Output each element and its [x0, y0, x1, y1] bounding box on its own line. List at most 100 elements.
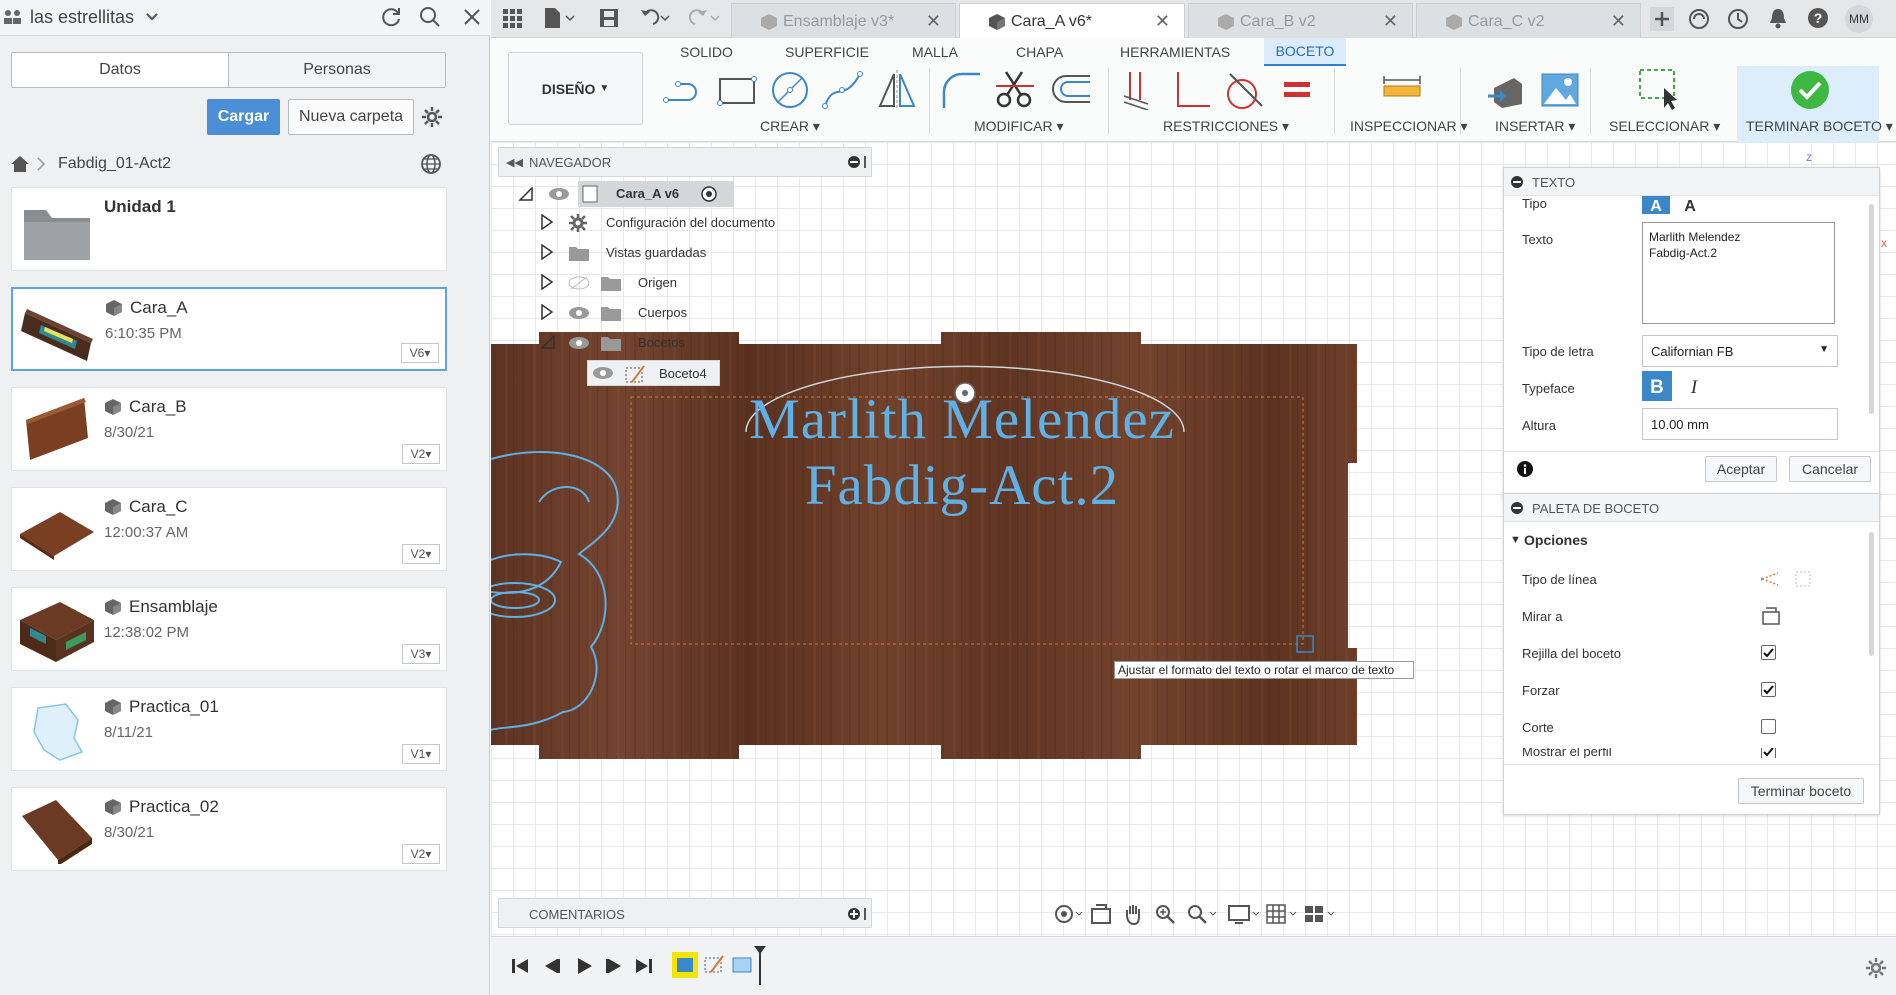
fillet-tool-icon[interactable] [940, 70, 982, 110]
insert-derive-icon[interactable] [1486, 70, 1526, 110]
version-dropdown[interactable]: V2 ▾ [402, 544, 440, 564]
tangent-constraint-icon[interactable] [1222, 70, 1264, 110]
group-restricciones[interactable]: RESTRICCIONES ▾ [1163, 118, 1289, 135]
skip-to-end-icon[interactable] [635, 957, 653, 975]
version-dropdown[interactable]: V2 ▾ [402, 444, 440, 464]
step-back-icon[interactable] [543, 957, 561, 975]
tree-item-cuerpos[interactable]: Cuerpos [540, 300, 800, 326]
mirror-tool-icon[interactable] [876, 70, 918, 110]
snap-checkbox[interactable] [1761, 682, 1776, 697]
tab-superficie[interactable]: SUPERFICIE [785, 44, 869, 60]
text-content-textarea[interactable]: Marlith Melendez Fabdig-Act.2 [1642, 222, 1835, 324]
construction-line-icon[interactable] [1761, 570, 1779, 588]
home-icon[interactable] [10, 155, 30, 173]
timeline-feature-body[interactable] [672, 952, 698, 978]
look-at-icon[interactable] [1090, 903, 1112, 925]
finish-sketch-palette-button[interactable]: Terminar boceto [1738, 778, 1864, 804]
group-crear[interactable]: CREAR ▾ [760, 118, 820, 135]
tree-item-boceto4[interactable]: Boceto4 [587, 360, 720, 386]
info-icon[interactable] [1517, 461, 1533, 477]
timeline-feature-image[interactable] [731, 954, 753, 976]
extensions-icon[interactable] [1688, 8, 1710, 30]
tree-root-cara-a[interactable]: Cara_A v6 [518, 181, 778, 207]
tab-cara-b[interactable]: Cara_B v2 ✕ [1188, 3, 1413, 38]
tree-item-origen[interactable]: Origen [540, 270, 800, 296]
tab-datos[interactable]: Datos [12, 53, 228, 87]
measure-tool-icon[interactable] [1382, 74, 1422, 104]
comments-panel[interactable]: COMENTARIOS [498, 898, 872, 928]
collapse-panel-icon[interactable] [1511, 502, 1523, 514]
file-icon[interactable] [543, 7, 575, 29]
coincident-constraint-icon[interactable] [1120, 70, 1154, 110]
version-dropdown[interactable]: V2 ▾ [402, 844, 440, 864]
finish-sketch-button[interactable]: TERMINAR BOCETO ▾ [1737, 66, 1893, 142]
sketch-grid-checkbox[interactable] [1761, 645, 1776, 660]
expand-triangle-icon[interactable] [540, 304, 554, 320]
eye-icon[interactable] [568, 335, 590, 351]
scrollbar[interactable] [1869, 204, 1874, 414]
list-item-cara-b[interactable]: Cara_B 8/30/21 V2 ▾ [11, 387, 447, 471]
font-select[interactable]: Californian FB ▼ [1642, 335, 1838, 367]
view-cube-axis-icon[interactable]: z [1806, 150, 1812, 164]
search-icon[interactable] [418, 5, 444, 31]
expand-triangle-icon[interactable] [540, 214, 554, 230]
options-collapse-icon[interactable]: ▼ [1510, 534, 1521, 546]
job-status-icon[interactable] [1727, 8, 1749, 30]
collapse-triangle-icon[interactable] [540, 335, 556, 349]
collapse-panel-icon[interactable] [1511, 176, 1523, 188]
collapse-navigator-icon[interactable]: ◀◀ [506, 156, 523, 169]
close-tab-icon[interactable]: ✕ [1611, 11, 1626, 32]
close-tab-icon[interactable]: ✕ [1155, 11, 1170, 32]
spline-tool-icon[interactable] [822, 70, 864, 110]
grid-settings-icon[interactable] [1266, 903, 1300, 925]
insert-image-icon[interactable] [1540, 70, 1580, 110]
close-tab-icon[interactable]: ✕ [926, 11, 941, 32]
sketch-text-line2[interactable]: Fabdig-Act.2 [487, 453, 1437, 518]
italic-toggle-icon[interactable]: I [1682, 371, 1706, 401]
list-item-ensamblaje[interactable]: Ensamblaje 12:38:02 PM V3 ▾ [11, 587, 447, 671]
timeline-feature-sketch[interactable] [703, 954, 725, 976]
tab-personas[interactable]: Personas [228, 53, 445, 87]
group-inspeccionar[interactable]: INSPECCIONAR ▾ [1350, 118, 1468, 135]
trim-scissors-icon[interactable] [994, 68, 1036, 110]
tree-item-config[interactable]: Configuración del documento [540, 210, 800, 236]
tab-solido[interactable]: SOLIDO [680, 44, 733, 60]
user-avatar[interactable]: MM [1845, 5, 1873, 33]
orbit-icon[interactable] [1054, 903, 1084, 925]
centerline-icon[interactable] [1794, 570, 1812, 588]
grid-menu-icon[interactable] [503, 9, 523, 29]
list-item-folder[interactable]: Unidad 1 [11, 187, 447, 271]
redo-icon[interactable] [689, 8, 721, 28]
timeline-marker[interactable] [753, 945, 767, 985]
cancel-button[interactable]: Cancelar [1789, 456, 1871, 482]
expand-triangle-icon[interactable] [540, 274, 554, 290]
group-modificar[interactable]: MODIFICAR ▾ [974, 118, 1063, 135]
eye-icon[interactable] [568, 305, 590, 321]
eye-icon[interactable] [548, 186, 570, 202]
eye-icon[interactable] [592, 365, 614, 381]
rectangle-tool-icon[interactable] [716, 74, 758, 108]
sketch-text-line1[interactable]: Marlith Melendez [487, 387, 1437, 452]
line-tool-icon[interactable] [662, 74, 704, 108]
height-input[interactable]: 10.00 mm [1642, 408, 1838, 440]
skip-to-start-icon[interactable] [511, 957, 529, 975]
viewports-icon[interactable] [1304, 903, 1338, 925]
project-name[interactable]: las estrellitas [30, 7, 134, 28]
settings-gear-icon[interactable] [421, 106, 443, 128]
play-icon[interactable] [575, 957, 593, 975]
close-icon[interactable] [460, 5, 486, 31]
tab-ensamblaje[interactable]: Ensamblaje v3* ✕ [731, 3, 956, 38]
scrollbar[interactable] [1869, 532, 1874, 656]
eye-hidden-icon[interactable] [568, 275, 590, 291]
help-icon[interactable]: ? [1807, 7, 1829, 29]
zoom-window-icon[interactable] [1186, 903, 1218, 925]
navigator-options-icon[interactable] [847, 155, 869, 169]
save-icon[interactable] [599, 8, 619, 28]
tab-malla[interactable]: MALLA [912, 44, 958, 60]
refresh-icon[interactable] [379, 5, 405, 31]
group-insertar[interactable]: INSERTAR ▾ [1495, 118, 1575, 135]
circle-tool-icon[interactable] [770, 70, 812, 110]
timeline-settings-gear-icon[interactable] [1865, 957, 1887, 979]
expand-triangle-icon[interactable] [518, 187, 534, 201]
step-forward-icon[interactable] [605, 957, 623, 975]
